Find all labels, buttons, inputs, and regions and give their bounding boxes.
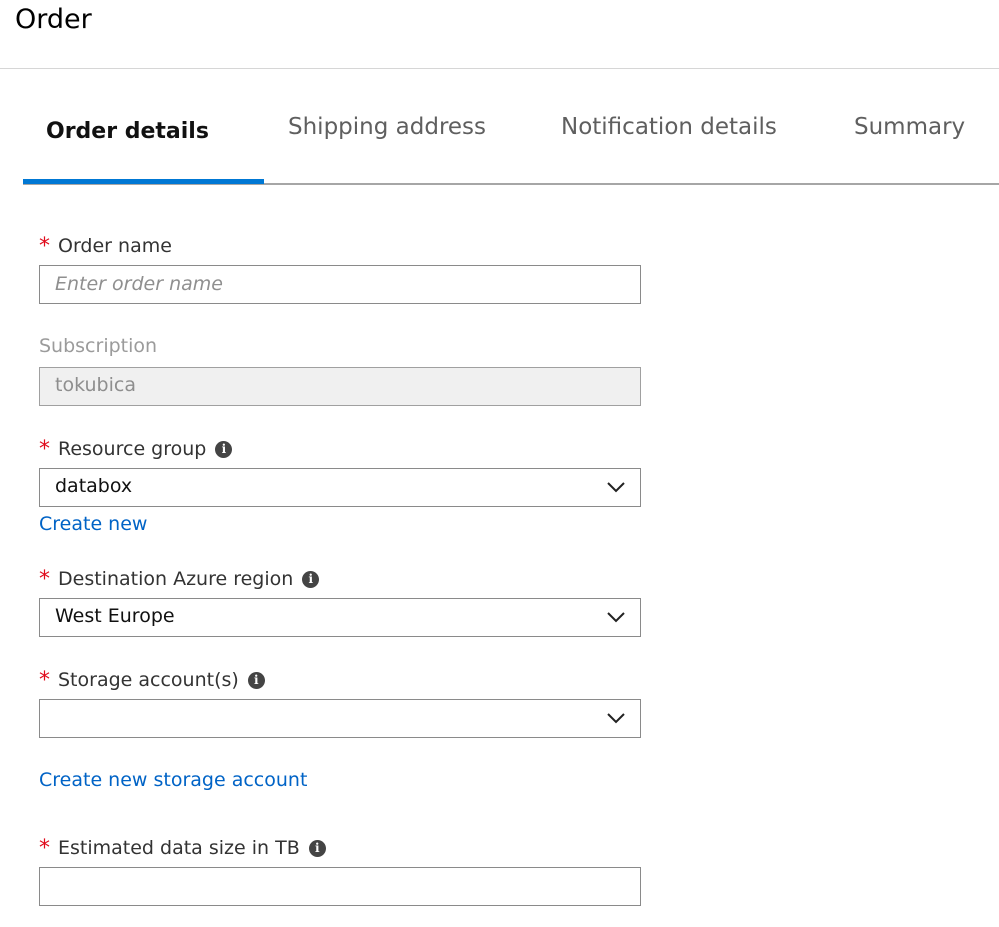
info-icon[interactable]: i	[215, 441, 233, 458]
chevron-down-icon	[607, 482, 625, 493]
order-name-input[interactable]: Enter order name	[39, 265, 641, 304]
title-divider	[0, 68, 999, 69]
page-title: Order	[15, 4, 92, 35]
tab-order-details[interactable]: Order details	[46, 119, 209, 144]
chevron-down-icon	[607, 713, 625, 724]
subscription-field: tokubica	[39, 367, 641, 406]
info-icon[interactable]: i	[247, 672, 265, 689]
create-new-resource-group-link[interactable]: Create new	[39, 513, 147, 535]
required-marker: *	[39, 567, 50, 592]
tab-shipping-address[interactable]: Shipping address	[288, 114, 486, 140]
chevron-down-icon	[607, 612, 625, 623]
order-page: Order Order details Shipping address Not…	[0, 0, 999, 927]
required-marker: *	[39, 668, 50, 693]
tab-notification-details[interactable]: Notification details	[561, 114, 777, 140]
data-size-label: * Estimated data size in TB i	[39, 835, 326, 861]
storage-accounts-label: * Storage account(s) i	[39, 667, 265, 693]
resource-group-label-text: Resource group	[58, 437, 207, 460]
required-marker: *	[39, 836, 50, 861]
destination-region-label: * Destination Azure region i	[39, 566, 320, 592]
resource-group-value: databox	[55, 475, 133, 497]
order-name-label-text: Order name	[58, 234, 172, 257]
subscription-label-text: Subscription	[39, 335, 158, 357]
subscription-value: tokubica	[55, 374, 136, 396]
required-marker: *	[39, 437, 50, 462]
data-size-input[interactable]	[39, 867, 641, 906]
tab-summary[interactable]: Summary	[854, 114, 965, 140]
order-name-label: * Order name	[39, 233, 172, 259]
required-marker: *	[39, 234, 50, 259]
resource-group-label: * Resource group i	[39, 436, 233, 462]
destination-region-value: West Europe	[55, 605, 175, 627]
resource-group-dropdown[interactable]: databox	[39, 468, 641, 507]
storage-accounts-dropdown[interactable]	[39, 699, 641, 738]
data-size-label-text: Estimated data size in TB	[58, 836, 300, 859]
order-name-placeholder: Enter order name	[55, 273, 223, 295]
info-icon[interactable]: i	[308, 840, 326, 857]
active-tab-indicator	[23, 179, 264, 184]
create-new-storage-account-link[interactable]: Create new storage account	[39, 769, 307, 791]
tab-bar: Order details Shipping address Notificat…	[0, 100, 999, 185]
destination-region-dropdown[interactable]: West Europe	[39, 598, 641, 637]
subscription-label: Subscription	[39, 335, 157, 357]
destination-region-label-text: Destination Azure region	[58, 567, 294, 590]
info-icon[interactable]: i	[302, 571, 320, 588]
storage-accounts-label-text: Storage account(s)	[58, 668, 239, 691]
